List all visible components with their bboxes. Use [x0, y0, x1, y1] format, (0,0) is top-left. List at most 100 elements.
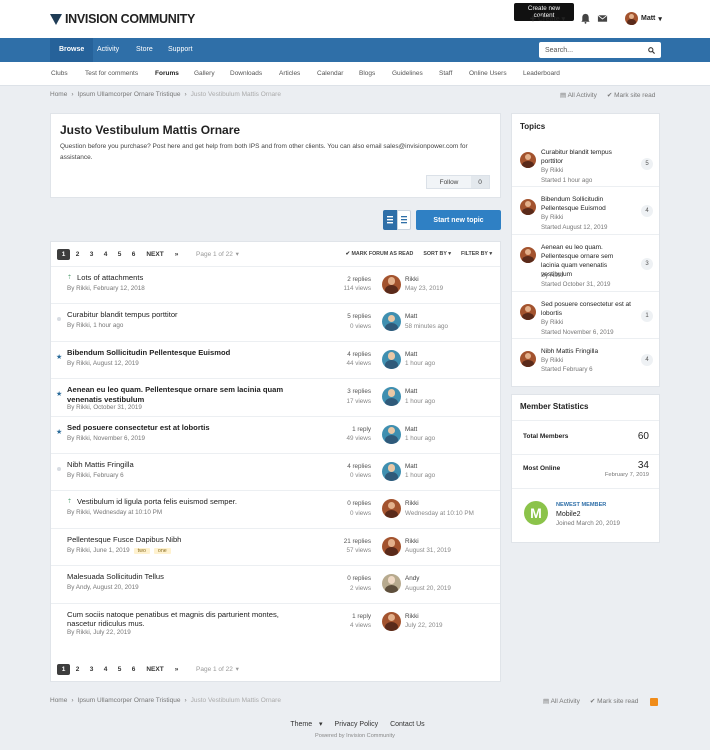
last-poster-avatar[interactable]	[382, 611, 401, 631]
nav-browse[interactable]: Browse	[50, 38, 94, 62]
last-poster-name[interactable]: Rikki	[405, 499, 474, 508]
last-poster-avatar[interactable]	[382, 349, 401, 369]
page-link[interactable]: 1	[57, 664, 70, 675]
sidebar-topic-title[interactable]: Bibendum Sollicitudin Pellentesque Euism…	[541, 195, 631, 213]
last-poster-name[interactable]: Andy	[405, 574, 451, 583]
subnav-calendar[interactable]: Calendar	[317, 62, 343, 85]
last-poster-name[interactable]: Matt	[405, 425, 435, 434]
newest-member-name[interactable]: Mobile2	[556, 511, 581, 518]
last-page-link[interactable]: »	[170, 249, 183, 260]
page-link[interactable]: 1	[57, 249, 70, 260]
subnav-clubs[interactable]: Clubs	[51, 62, 68, 85]
nav-activity[interactable]: Activity	[88, 38, 128, 62]
last-post-time[interactable]: Wednesday at 10:10 PM	[405, 509, 474, 518]
page-link[interactable]: 5	[113, 249, 126, 260]
breadcrumb-category[interactable]: Ipsum Ullamcorper Ornare Tristique	[78, 91, 181, 98]
last-poster-avatar[interactable]	[382, 387, 401, 407]
table-view-toggle[interactable]	[383, 210, 397, 230]
subnav-articles[interactable]: Articles	[279, 62, 300, 85]
topic-title-link[interactable]: Bibendum Sollicitudin Pellentesque Euism…	[67, 348, 292, 357]
last-post-time[interactable]: 1 hour ago	[405, 397, 435, 406]
newest-member-avatar[interactable]: M	[524, 501, 548, 525]
sidebar-topic-item[interactable]: Aenean eu leo quam. Pellentesque ornare …	[512, 234, 659, 291]
last-post-time[interactable]: July 22, 2019	[405, 621, 442, 630]
subnav-staff[interactable]: Staff	[439, 62, 452, 85]
subnav-gallery[interactable]: Gallery	[194, 62, 215, 85]
last-page-link[interactable]: »	[170, 664, 183, 675]
topic-title-link[interactable]: Sed posuere consectetur est at lobortis	[67, 423, 292, 432]
all-activity-link[interactable]: ▤ All Activity	[560, 91, 597, 99]
topic-tag[interactable]: two	[133, 547, 150, 554]
topic-title-link[interactable]: Pellentesque Fusce Dapibus Nibh	[67, 535, 292, 544]
topic-author-avatar[interactable]	[520, 152, 536, 168]
start-new-topic-button[interactable]: Start new topic	[416, 210, 501, 230]
topic-title-link[interactable]: Lots of attachments	[77, 273, 302, 282]
breadcrumb-home[interactable]: Home	[50, 697, 67, 704]
topic-title-link[interactable]: Aenean eu leo quam. Pellentesque ornare …	[67, 385, 292, 404]
next-page-link[interactable]: NEXT	[145, 249, 165, 260]
subnav-leaderboard[interactable]: Leaderboard	[523, 62, 560, 85]
mark-site-read-link[interactable]: ✔ Mark site read	[590, 697, 638, 705]
next-page-link[interactable]: NEXT	[145, 664, 165, 675]
topic-title-link[interactable]: Vestibulum id ligula porta felis euismod…	[77, 497, 302, 506]
last-poster-avatar[interactable]	[382, 499, 401, 519]
topic-author-avatar[interactable]	[520, 304, 536, 320]
table-row[interactable]: ⇡ Vestibulum id ligula porta felis euismo…	[51, 490, 500, 527]
page-link[interactable]: 4	[99, 249, 112, 260]
topic-title-link[interactable]: Cum sociis natoque penatibus et magnis d…	[67, 610, 292, 629]
filter-by-button[interactable]: FILTER BY ▾	[461, 251, 492, 257]
table-row[interactable]: Pellentesque Fusce Dapibus Nibh By Rikki,…	[51, 527, 500, 565]
table-row[interactable]: ★ Sed posuere consectetur est at lobortis…	[51, 415, 500, 453]
last-post-time[interactable]: 1 hour ago	[405, 434, 435, 443]
topic-title-link[interactable]: Malesuada Sollicitudin Tellus	[67, 572, 292, 581]
sidebar-topic-item[interactable]: Sed posuere consectetur est at lobortis B…	[512, 291, 659, 338]
privacy-policy-link[interactable]: Privacy Policy	[335, 721, 379, 728]
subnav-blogs[interactable]: Blogs	[359, 62, 375, 85]
topic-title-link[interactable]: Nibh Mattis Fringilla	[67, 460, 292, 469]
table-row[interactable]: ⇡ Lots of attachments By Rikki, February 1…	[51, 266, 500, 303]
subnav-test-for-comments[interactable]: Test for comments	[85, 62, 138, 85]
table-row[interactable]: Malesuada Sollicitudin Tellus By Andy, Au…	[51, 565, 500, 602]
sidebar-topic-item[interactable]: Bibendum Sollicitudin Pellentesque Euism…	[512, 186, 659, 234]
sidebar-topic-title[interactable]: Curabitur blandit tempus porttitor	[541, 148, 631, 166]
rss-icon[interactable]	[650, 698, 658, 706]
last-poster-name[interactable]: Matt	[405, 312, 448, 321]
sidebar-topic-item[interactable]: Curabitur blandit tempus porttitor By Rik…	[512, 139, 659, 186]
last-poster-avatar[interactable]	[382, 312, 401, 332]
table-row[interactable]: Curabitur blandit tempus porttitor By Rik…	[51, 303, 500, 340]
messages-envelope-icon[interactable]	[597, 13, 608, 24]
last-poster-name[interactable]: Matt	[405, 387, 435, 396]
topic-author-avatar[interactable]	[520, 351, 536, 367]
mark-site-read-link[interactable]: ✔ Mark site read	[607, 91, 655, 99]
search-input[interactable]: Search...	[539, 42, 661, 58]
table-row[interactable]: Cum sociis natoque penatibus et magnis d…	[51, 602, 500, 640]
last-poster-name[interactable]: Rikki	[405, 537, 451, 546]
last-post-time[interactable]: May 23, 2019	[405, 284, 443, 293]
last-poster-name[interactable]: Matt	[405, 350, 435, 359]
subnav-downloads[interactable]: Downloads	[230, 62, 262, 85]
page-link[interactable]: 3	[85, 664, 98, 675]
breadcrumb-category[interactable]: Ipsum Ullamcorper Ornare Tristique	[78, 697, 181, 704]
last-poster-name[interactable]: Rikki	[405, 275, 443, 284]
page-link[interactable]: 5	[113, 664, 126, 675]
table-row[interactable]: Nibh Mattis Fringilla By Rikki, February …	[51, 453, 500, 490]
nav-store[interactable]: Store	[127, 38, 162, 62]
subnav-forums[interactable]: Forums	[155, 62, 179, 85]
subnav-guidelines[interactable]: Guidelines	[392, 62, 423, 85]
topic-tag[interactable]: one	[153, 547, 171, 554]
page-link[interactable]: 2	[71, 664, 84, 675]
page-link[interactable]: 2	[71, 249, 84, 260]
last-poster-avatar[interactable]	[382, 424, 401, 444]
page-link[interactable]: 4	[99, 664, 112, 675]
topic-author-avatar[interactable]	[520, 247, 536, 263]
page-jump[interactable]: Page 1 of 22 ▾	[196, 249, 239, 260]
powered-by[interactable]: Powered by Invision Community	[0, 733, 710, 739]
last-poster-avatar[interactable]	[382, 574, 401, 594]
last-poster-avatar[interactable]	[382, 536, 401, 556]
sidebar-topic-title[interactable]: Nibh Mattis Fringilla	[541, 347, 631, 356]
page-jump[interactable]: Page 1 of 22 ▾	[196, 664, 239, 675]
user-menu[interactable]: Matt ▾	[625, 12, 662, 25]
nav-support[interactable]: Support	[159, 38, 202, 62]
table-row[interactable]: ★ Aenean eu leo quam. Pellentesque ornare…	[51, 378, 500, 415]
topic-title-link[interactable]: Curabitur blandit tempus porttitor	[67, 310, 292, 319]
